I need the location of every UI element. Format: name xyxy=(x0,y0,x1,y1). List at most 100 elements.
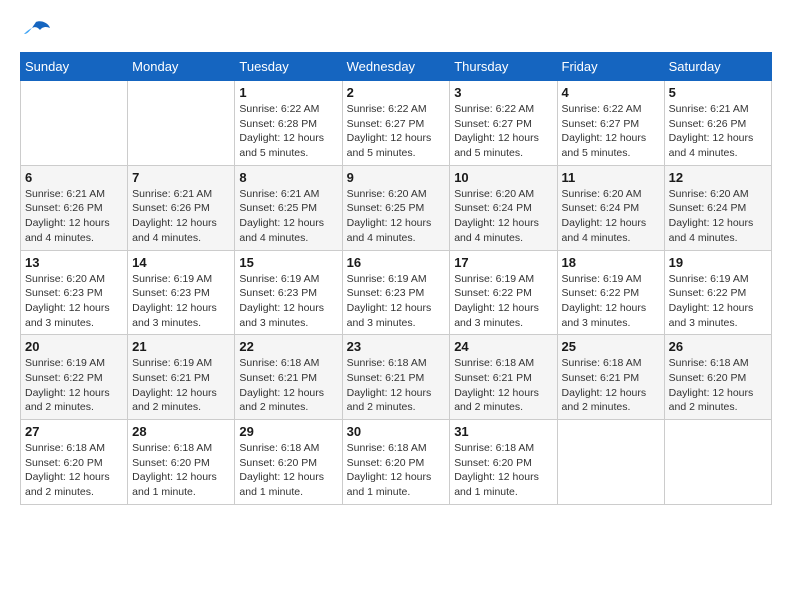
day-number: 12 xyxy=(669,170,767,185)
day-number: 11 xyxy=(562,170,660,185)
calendar-cell: 7 Sunrise: 6:21 AM Sunset: 6:26 PM Daylig… xyxy=(128,165,235,250)
calendar-cell xyxy=(664,420,771,505)
calendar-cell: 23 Sunrise: 6:18 AM Sunset: 6:21 PM Dayli… xyxy=(342,335,450,420)
week-row-5: 27 Sunrise: 6:18 AM Sunset: 6:20 PM Dayli… xyxy=(21,420,772,505)
calendar-cell xyxy=(128,81,235,166)
day-number: 15 xyxy=(239,255,337,270)
day-info: Sunrise: 6:18 AM Sunset: 6:21 PM Dayligh… xyxy=(347,356,446,415)
day-info: Sunrise: 6:19 AM Sunset: 6:23 PM Dayligh… xyxy=(347,272,446,331)
day-info: Sunrise: 6:19 AM Sunset: 6:22 PM Dayligh… xyxy=(669,272,767,331)
day-info: Sunrise: 6:22 AM Sunset: 6:27 PM Dayligh… xyxy=(454,102,552,161)
calendar-cell: 6 Sunrise: 6:21 AM Sunset: 6:26 PM Daylig… xyxy=(21,165,128,250)
day-number: 26 xyxy=(669,339,767,354)
day-number: 31 xyxy=(454,424,552,439)
weekday-tuesday: Tuesday xyxy=(235,53,342,81)
day-info: Sunrise: 6:21 AM Sunset: 6:26 PM Dayligh… xyxy=(25,187,123,246)
calendar-cell: 25 Sunrise: 6:18 AM Sunset: 6:21 PM Dayli… xyxy=(557,335,664,420)
calendar-cell: 13 Sunrise: 6:20 AM Sunset: 6:23 PM Dayli… xyxy=(21,250,128,335)
week-row-2: 6 Sunrise: 6:21 AM Sunset: 6:26 PM Daylig… xyxy=(21,165,772,250)
day-number: 5 xyxy=(669,85,767,100)
calendar-cell: 16 Sunrise: 6:19 AM Sunset: 6:23 PM Dayli… xyxy=(342,250,450,335)
weekday-wednesday: Wednesday xyxy=(342,53,450,81)
week-row-4: 20Sunrise: 6:19 AM Sunset: 6:22 PM Dayli… xyxy=(21,335,772,420)
calendar-cell: 4 Sunrise: 6:22 AM Sunset: 6:27 PM Daylig… xyxy=(557,81,664,166)
day-info: Sunrise: 6:18 AM Sunset: 6:20 PM Dayligh… xyxy=(239,441,337,500)
day-number: 13 xyxy=(25,255,123,270)
day-number: 30 xyxy=(347,424,446,439)
day-number: 16 xyxy=(347,255,446,270)
day-info: Sunrise: 6:19 AM Sunset: 6:23 PM Dayligh… xyxy=(132,272,230,331)
calendar-cell: 2Sunrise: 6:22 AM Sunset: 6:27 PM Daylig… xyxy=(342,81,450,166)
day-number: 28 xyxy=(132,424,230,439)
day-info: Sunrise: 6:20 AM Sunset: 6:24 PM Dayligh… xyxy=(454,187,552,246)
day-info: Sunrise: 6:19 AM Sunset: 6:22 PM Dayligh… xyxy=(562,272,660,331)
day-info: Sunrise: 6:18 AM Sunset: 6:21 PM Dayligh… xyxy=(239,356,337,415)
day-info: Sunrise: 6:18 AM Sunset: 6:20 PM Dayligh… xyxy=(347,441,446,500)
calendar-cell: 9 Sunrise: 6:20 AM Sunset: 6:25 PM Daylig… xyxy=(342,165,450,250)
weekday-thursday: Thursday xyxy=(450,53,557,81)
day-info: Sunrise: 6:18 AM Sunset: 6:20 PM Dayligh… xyxy=(25,441,123,500)
calendar-cell: 24Sunrise: 6:18 AM Sunset: 6:21 PM Dayli… xyxy=(450,335,557,420)
day-info: Sunrise: 6:20 AM Sunset: 6:24 PM Dayligh… xyxy=(562,187,660,246)
day-info: Sunrise: 6:21 AM Sunset: 6:25 PM Dayligh… xyxy=(239,187,337,246)
day-number: 4 xyxy=(562,85,660,100)
day-info: Sunrise: 6:18 AM Sunset: 6:20 PM Dayligh… xyxy=(454,441,552,500)
day-number: 23 xyxy=(347,339,446,354)
day-number: 21 xyxy=(132,339,230,354)
day-info: Sunrise: 6:18 AM Sunset: 6:21 PM Dayligh… xyxy=(562,356,660,415)
header xyxy=(20,20,772,42)
day-info: Sunrise: 6:20 AM Sunset: 6:25 PM Dayligh… xyxy=(347,187,446,246)
day-info: Sunrise: 6:22 AM Sunset: 6:27 PM Dayligh… xyxy=(562,102,660,161)
calendar-cell: 5 Sunrise: 6:21 AM Sunset: 6:26 PM Daylig… xyxy=(664,81,771,166)
calendar-cell: 15 Sunrise: 6:19 AM Sunset: 6:23 PM Dayli… xyxy=(235,250,342,335)
calendar-cell: 18Sunrise: 6:19 AM Sunset: 6:22 PM Dayli… xyxy=(557,250,664,335)
day-info: Sunrise: 6:22 AM Sunset: 6:27 PM Dayligh… xyxy=(347,102,446,161)
day-number: 22 xyxy=(239,339,337,354)
day-number: 3 xyxy=(454,85,552,100)
day-number: 17 xyxy=(454,255,552,270)
calendar-cell xyxy=(21,81,128,166)
calendar-cell: 20Sunrise: 6:19 AM Sunset: 6:22 PM Dayli… xyxy=(21,335,128,420)
day-number: 10 xyxy=(454,170,552,185)
day-info: Sunrise: 6:18 AM Sunset: 6:20 PM Dayligh… xyxy=(132,441,230,500)
calendar-cell: 10 Sunrise: 6:20 AM Sunset: 6:24 PM Dayli… xyxy=(450,165,557,250)
calendar-cell: 27 Sunrise: 6:18 AM Sunset: 6:20 PM Dayli… xyxy=(21,420,128,505)
day-number: 29 xyxy=(239,424,337,439)
day-info: Sunrise: 6:18 AM Sunset: 6:20 PM Dayligh… xyxy=(669,356,767,415)
calendar-cell: 21Sunrise: 6:19 AM Sunset: 6:21 PM Dayli… xyxy=(128,335,235,420)
day-info: Sunrise: 6:20 AM Sunset: 6:23 PM Dayligh… xyxy=(25,272,123,331)
day-info: Sunrise: 6:22 AM Sunset: 6:28 PM Dayligh… xyxy=(239,102,337,161)
calendar-cell: 17 Sunrise: 6:19 AM Sunset: 6:22 PM Dayli… xyxy=(450,250,557,335)
day-number: 14 xyxy=(132,255,230,270)
day-number: 7 xyxy=(132,170,230,185)
day-number: 1 xyxy=(239,85,337,100)
calendar-cell: 3 Sunrise: 6:22 AM Sunset: 6:27 PM Daylig… xyxy=(450,81,557,166)
logo xyxy=(20,20,52,42)
day-number: 9 xyxy=(347,170,446,185)
day-info: Sunrise: 6:19 AM Sunset: 6:22 PM Dayligh… xyxy=(454,272,552,331)
calendar-cell: 26 Sunrise: 6:18 AM Sunset: 6:20 PM Dayli… xyxy=(664,335,771,420)
weekday-friday: Friday xyxy=(557,53,664,81)
calendar: SundayMondayTuesdayWednesdayThursdayFrid… xyxy=(20,52,772,505)
weekday-sunday: Sunday xyxy=(21,53,128,81)
logo-bird-icon xyxy=(22,20,50,42)
day-info: Sunrise: 6:19 AM Sunset: 6:22 PM Dayligh… xyxy=(25,356,123,415)
calendar-cell: 12 Sunrise: 6:20 AM Sunset: 6:24 PM Dayli… xyxy=(664,165,771,250)
calendar-cell: 11 Sunrise: 6:20 AM Sunset: 6:24 PM Dayli… xyxy=(557,165,664,250)
weekday-header: SundayMondayTuesdayWednesdayThursdayFrid… xyxy=(21,53,772,81)
day-number: 25 xyxy=(562,339,660,354)
weekday-monday: Monday xyxy=(128,53,235,81)
day-info: Sunrise: 6:21 AM Sunset: 6:26 PM Dayligh… xyxy=(669,102,767,161)
day-number: 27 xyxy=(25,424,123,439)
calendar-cell: 8 Sunrise: 6:21 AM Sunset: 6:25 PM Daylig… xyxy=(235,165,342,250)
day-info: Sunrise: 6:19 AM Sunset: 6:23 PM Dayligh… xyxy=(239,272,337,331)
day-info: Sunrise: 6:20 AM Sunset: 6:24 PM Dayligh… xyxy=(669,187,767,246)
calendar-cell: 28 Sunrise: 6:18 AM Sunset: 6:20 PM Dayli… xyxy=(128,420,235,505)
day-info: Sunrise: 6:18 AM Sunset: 6:21 PM Dayligh… xyxy=(454,356,552,415)
day-number: 6 xyxy=(25,170,123,185)
calendar-cell xyxy=(557,420,664,505)
calendar-cell: 31 Sunrise: 6:18 AM Sunset: 6:20 PM Dayli… xyxy=(450,420,557,505)
calendar-cell: 19Sunrise: 6:19 AM Sunset: 6:22 PM Dayli… xyxy=(664,250,771,335)
day-info: Sunrise: 6:21 AM Sunset: 6:26 PM Dayligh… xyxy=(132,187,230,246)
day-number: 8 xyxy=(239,170,337,185)
